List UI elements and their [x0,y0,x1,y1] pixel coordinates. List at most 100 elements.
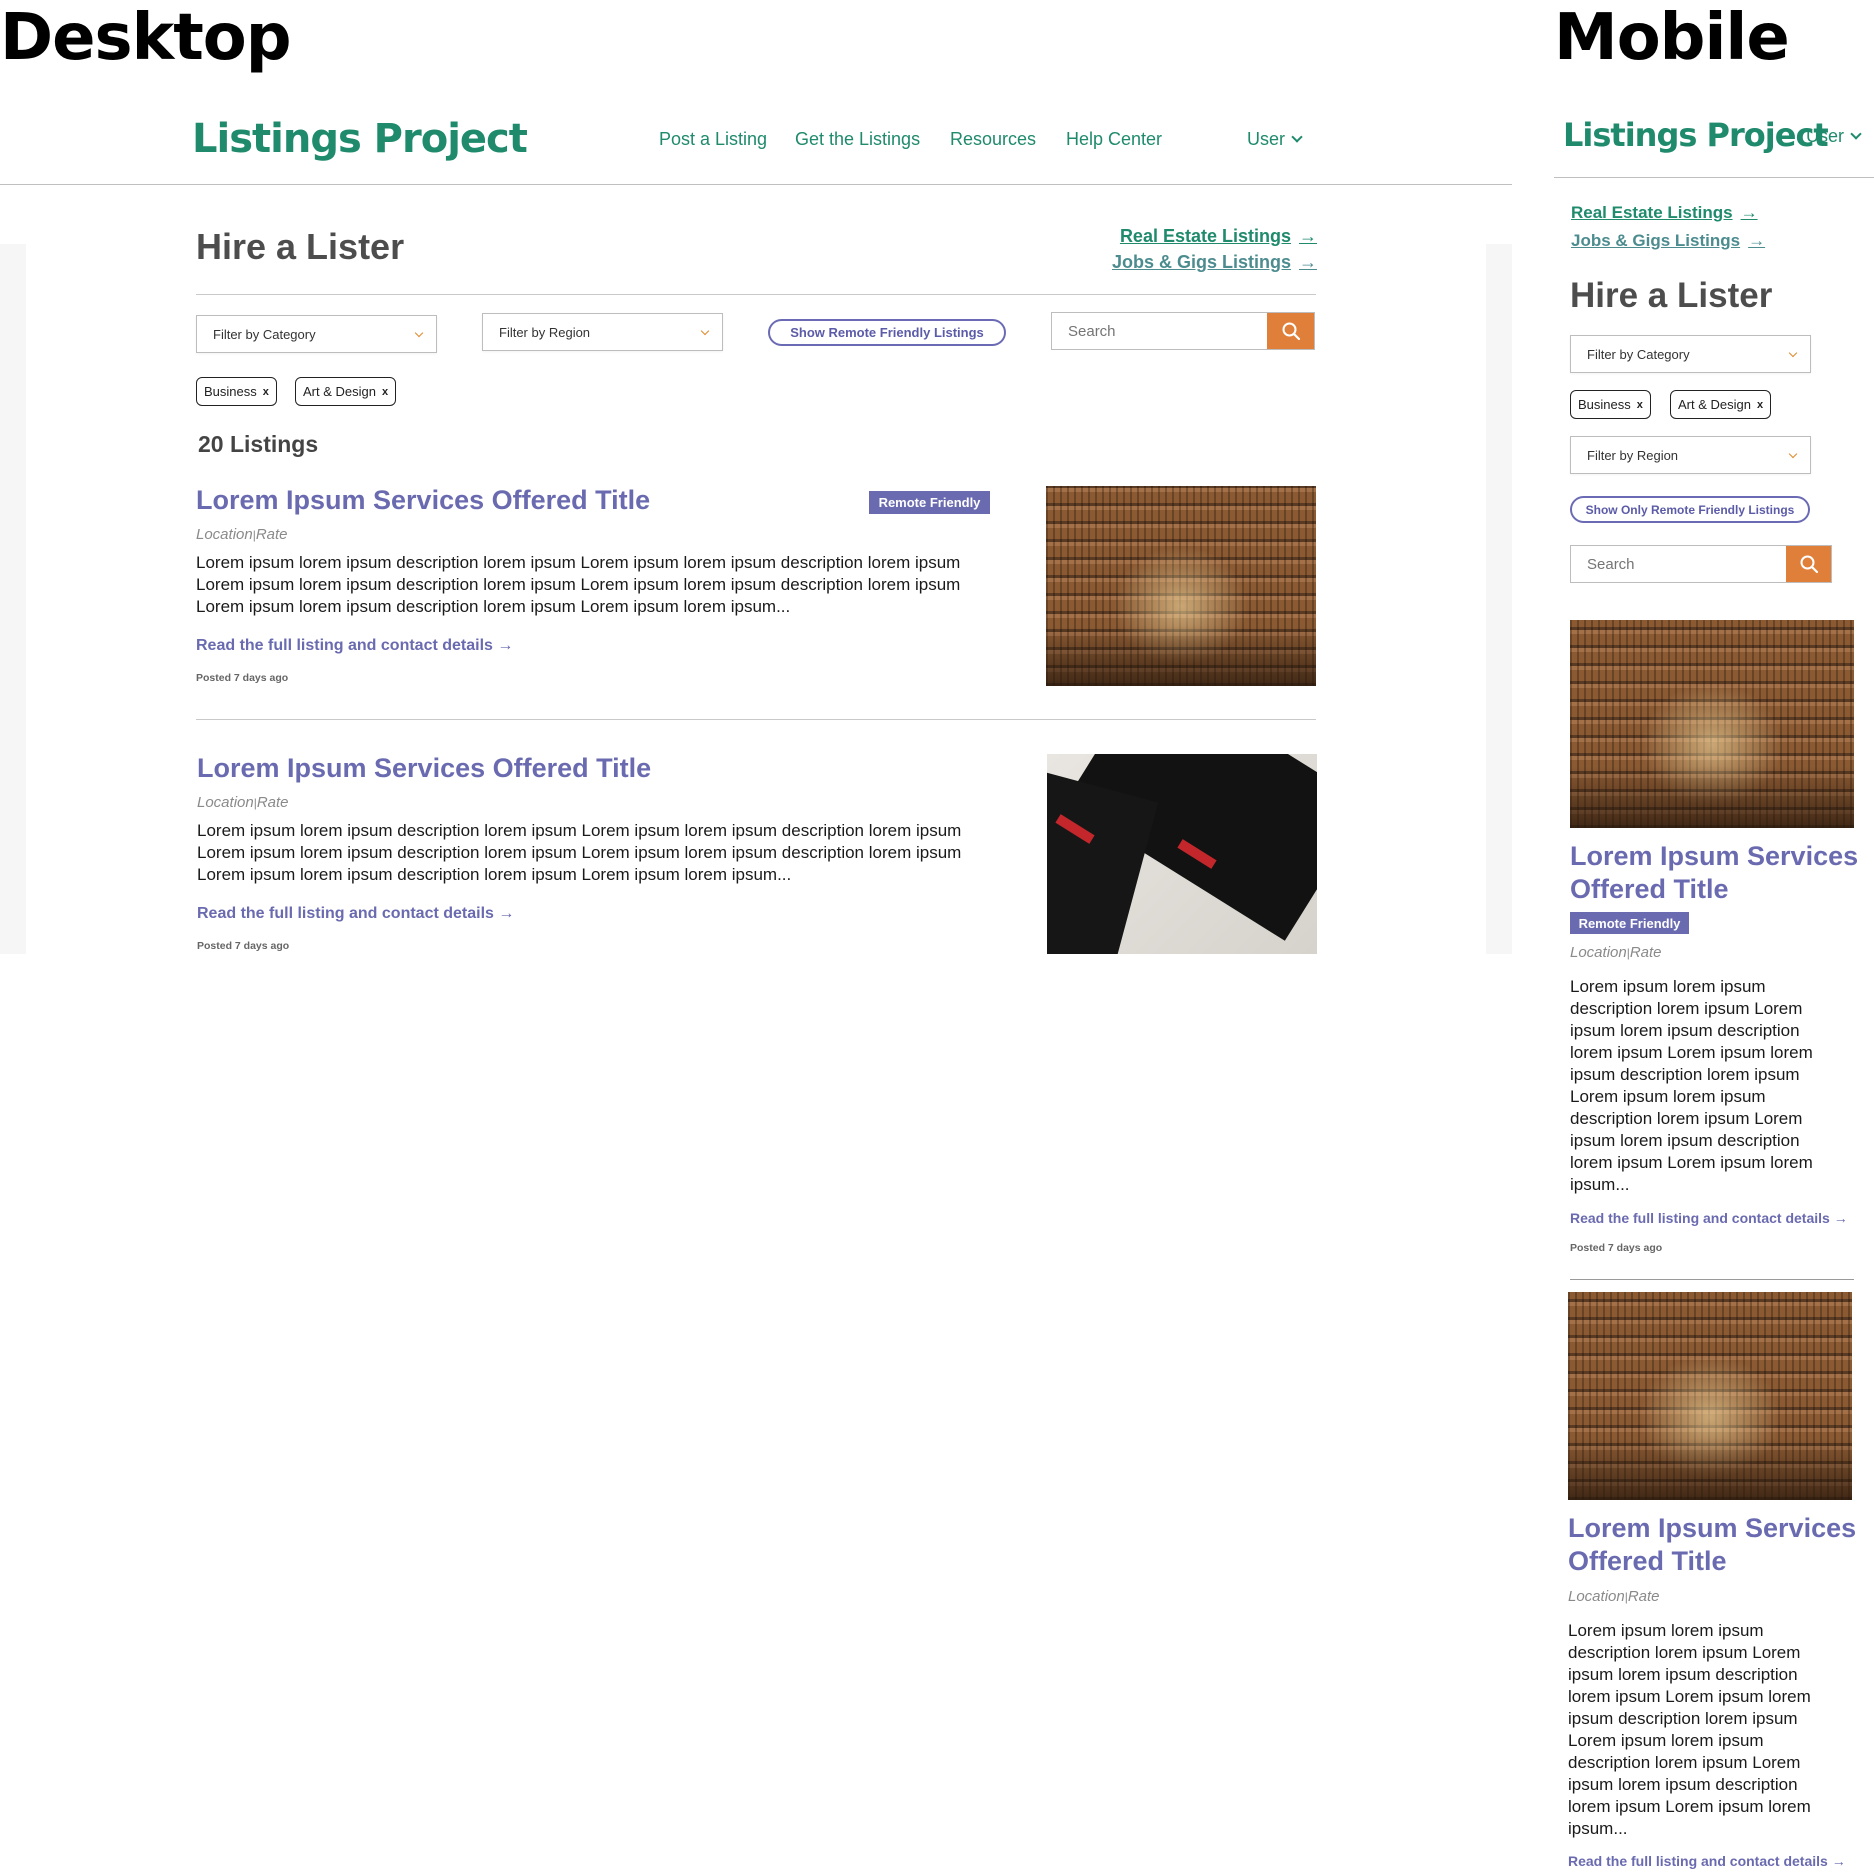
read-link-label: Read the full listing and contact detail… [1570,1210,1830,1226]
mobile-active-filter-tag[interactable]: Art & Design x [1670,390,1772,419]
mobile-remote-friendly-toggle[interactable]: Show Only Remote Friendly Listings [1570,496,1810,523]
mobile-region-filter-select[interactable]: Filter by Region [1570,436,1811,474]
right-gutter [1486,244,1512,954]
title-divider [196,294,1316,295]
real-estate-link[interactable]: Real Estate Listings → [1120,226,1317,247]
left-gutter [0,244,26,954]
mobile-remote-friendly-badge: Remote Friendly [1570,912,1689,934]
mobile-listing-divider [1570,1279,1854,1280]
close-icon[interactable]: x [1757,399,1763,411]
posted-date: Posted 7 days ago [196,672,289,684]
nav-get-listings[interactable]: Get the Listings [795,129,920,150]
card-shape [1047,771,1159,954]
chevron-down-icon [1788,449,1798,458]
listing-divider [196,719,1316,720]
listing-location: Location [1568,1588,1625,1605]
desktop-section-label: Desktop [0,1,292,75]
search-box [1051,312,1315,350]
site-logo[interactable]: Listings Project [192,116,528,162]
page-title: Hire a Lister [196,226,405,267]
arrow-right-icon: → [1748,231,1766,250]
listing-rate: Rate [256,794,289,811]
listing-image[interactable] [1046,486,1316,686]
active-filter-tag[interactable]: Business x [196,377,277,406]
listing-title[interactable]: Lorem Ipsum Services Offered Title [196,485,650,516]
read-link-label: Read the full listing and contact detail… [197,905,494,922]
listing-meta: Location|Rate [196,526,288,543]
mobile-active-filter-tag[interactable]: Business x [1570,390,1651,419]
category-filter-label: Filter by Category [213,326,316,342]
arrow-right-icon: → [498,905,515,922]
mobile-listing-image[interactable] [1568,1292,1852,1500]
close-icon[interactable]: x [1637,399,1643,411]
listing-meta: Location|Rate [197,794,289,811]
listing-location: Location [197,794,254,811]
mobile-listing-title[interactable]: Lorem Ipsum Services Offered Title [1570,840,1860,906]
mobile-search-box [1570,545,1832,583]
mobile-listing-meta: Location|Rate [1568,1588,1660,1605]
region-filter-select[interactable]: Filter by Region [482,313,723,351]
listing-title[interactable]: Lorem Ipsum Services Offered Title [197,753,651,784]
user-menu[interactable]: User [1247,129,1303,150]
user-menu-label: User [1247,129,1286,149]
posted-date: Posted 7 days ago [197,940,290,952]
mobile-user-menu[interactable]: User [1806,126,1862,147]
search-input[interactable] [1052,313,1267,349]
tag-label: Art & Design [1678,397,1751,412]
listing-description: Lorem ipsum lorem ipsum description lore… [196,553,961,616]
region-filter-label: Filter by Region [1587,447,1679,463]
tag-label: Business [1578,397,1631,412]
close-icon[interactable]: x [263,386,269,398]
mobile-posted-date: Posted 7 days ago [1570,1242,1663,1254]
category-filter-select[interactable]: Filter by Category [196,315,437,353]
listing-location: Location [196,526,253,543]
mobile-search-button[interactable] [1786,546,1831,582]
nav-resources[interactable]: Resources [950,129,1036,150]
user-menu-label: User [1806,126,1845,146]
nav-help-center[interactable]: Help Center [1066,129,1162,150]
mobile-read-full-listing-link[interactable]: Read the full listing and contact detail… [1570,1210,1848,1226]
mobile-page-title: Hire a Lister [1570,276,1773,315]
mobile-listing-meta: Location|Rate [1570,944,1662,961]
remote-friendly-toggle[interactable]: Show Remote Friendly Listings [768,319,1006,346]
arrow-right-icon: → [1299,226,1317,246]
real-estate-link-label: Real Estate Listings [1119,226,1291,246]
search-icon [1282,322,1300,341]
jobs-gigs-link[interactable]: Jobs & Gigs Listings → [1112,252,1317,273]
listing-rate: Rate [255,526,288,543]
listing-image[interactable] [1047,754,1317,954]
nav-post-listing[interactable]: Post a Listing [659,129,767,150]
mobile-header-divider [1554,177,1874,178]
chevron-down-icon [1850,128,1862,140]
listing-rate: Rate [1627,1588,1660,1605]
mobile-real-estate-link[interactable]: Real Estate Listings → [1571,203,1758,223]
tag-label: Business [204,384,257,399]
arrow-right-icon: → [1831,1853,1846,1869]
real-estate-link-label: Real Estate Listings [1571,203,1733,222]
chevron-down-icon [414,328,424,337]
mobile-section-label: Mobile [1554,1,1790,75]
chevron-down-icon [1788,348,1798,357]
arrow-right-icon: → [1833,1210,1848,1226]
mobile-listing-title[interactable]: Lorem Ipsum Services Offered Title [1568,1512,1858,1578]
mobile-jobs-gigs-link[interactable]: Jobs & Gigs Listings → [1571,231,1765,251]
listing-rate: Rate [1629,944,1662,961]
remote-friendly-badge: Remote Friendly [869,491,990,514]
read-link-label: Read the full listing and contact detail… [196,637,493,654]
search-button[interactable] [1267,313,1314,349]
chevron-down-icon [700,326,710,335]
mobile-site-logo[interactable]: Listings Project [1563,116,1829,154]
active-filter-tag[interactable]: Art & Design x [295,377,397,406]
mobile-listing-image[interactable] [1570,620,1854,828]
mobile-search-input[interactable] [1571,546,1786,582]
jobs-gigs-link-label: Jobs & Gigs Listings [1571,231,1741,250]
mobile-category-filter-select[interactable]: Filter by Category [1570,335,1811,373]
mobile-listing-description: Lorem ipsum lorem ipsum description lore… [1570,977,1813,1194]
mobile-listing-description: Lorem ipsum lorem ipsum description lore… [1568,1621,1811,1838]
tag-label: Art & Design [303,384,376,399]
read-full-listing-link[interactable]: Read the full listing and contact detail… [197,905,514,923]
mobile-read-full-listing-link[interactable]: Read the full listing and contact detail… [1568,1853,1846,1869]
listing-location: Location [1570,944,1627,961]
close-icon[interactable]: x [382,386,388,398]
read-full-listing-link[interactable]: Read the full listing and contact detail… [196,637,513,655]
